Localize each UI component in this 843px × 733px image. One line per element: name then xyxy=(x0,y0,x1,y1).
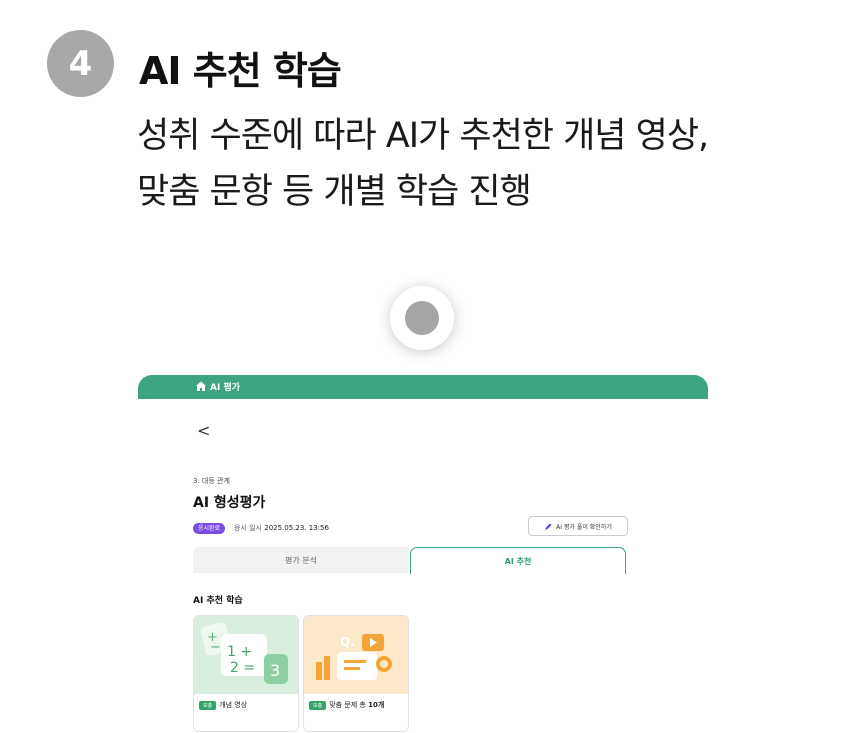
svg-text:1 +: 1 + xyxy=(227,644,252,660)
math-symbols-illustration: + − 1 + 2 = 3 xyxy=(194,616,298,694)
tab-ai-recommend[interactable]: AI 추천 xyxy=(410,547,626,574)
tap-indicator-dot xyxy=(405,301,439,335)
app-header-title: AI 평가 xyxy=(210,383,241,393)
step-title: AI 추천 학습 xyxy=(139,49,342,93)
svg-text:2 =: 2 = xyxy=(230,660,255,676)
step-number-badge: 4 xyxy=(47,30,114,97)
app-screenshot: AI 평가 < 3. 대등 관계 AI 형성평가 응시완료 응시 일시 2025… xyxy=(138,375,708,733)
tap-indicator xyxy=(390,286,454,350)
card-label: 보충 맞춤 문제 총 10개 xyxy=(309,700,384,710)
card-tag: 보충 xyxy=(309,700,327,710)
quiz-video-illustration: Q. xyxy=(304,616,408,694)
card-tag: 보충 xyxy=(199,700,217,710)
test-date: 응시 일시 2025.05.23. 13:56 xyxy=(234,523,329,533)
back-button[interactable]: < xyxy=(197,421,210,440)
app-header: AI 평가 xyxy=(138,375,708,399)
custom-problems-card[interactable]: Q. 보충 맞춤 문제 총 10개 xyxy=(303,615,409,732)
status-badge: 응시완료 xyxy=(193,523,226,534)
tab-analysis[interactable]: 평가 분석 xyxy=(193,547,409,573)
card-title-count: 10개 xyxy=(368,701,385,709)
concept-video-card[interactable]: + − 1 + 2 = 3 보충 개념 영상 xyxy=(193,615,299,732)
step-description: 성취 수준에 따라 AI가 추천한 개념 영상, 맞춤 문항 등 개별 학습 진… xyxy=(137,108,709,220)
test-date-label: 응시 일시 xyxy=(234,524,262,532)
svg-text:−: − xyxy=(210,640,221,655)
section-title: AI 추천 학습 xyxy=(193,596,243,606)
card-title: 맞춤 문제 총 10개 xyxy=(329,700,384,710)
breadcrumb: 3. 대등 관계 xyxy=(193,477,230,485)
tab-bar: 평가 분석 AI 추천 xyxy=(193,547,626,574)
review-answers-button[interactable]: AI 평가 풀이 확인하기 xyxy=(528,516,628,536)
svg-text:3: 3 xyxy=(270,661,280,680)
pencil-icon xyxy=(545,523,552,530)
card-title-text: 맞춤 문제 총 xyxy=(329,701,369,709)
description-line-1: 성취 수준에 따라 AI가 추천한 개념 영상, xyxy=(137,116,709,156)
svg-text:Q.: Q. xyxy=(340,635,355,649)
card-label: 보충 개념 영상 xyxy=(199,700,247,710)
page-title: AI 형성평가 xyxy=(193,495,266,511)
card-title: 개념 영상 xyxy=(219,701,248,709)
test-date-value: 2025.05.23. 13:56 xyxy=(264,524,329,532)
review-answers-label: AI 평가 풀이 확인하기 xyxy=(556,523,612,531)
home-icon[interactable] xyxy=(195,380,207,392)
description-line-2: 맞춤 문항 등 개별 학습 진행 xyxy=(137,172,532,212)
